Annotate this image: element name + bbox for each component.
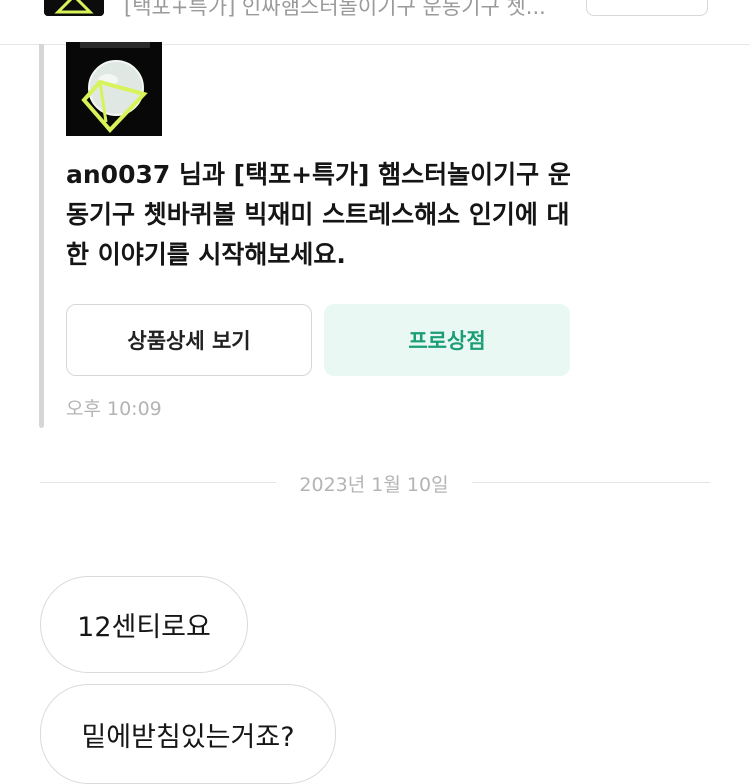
hamster-ball-image xyxy=(66,42,162,136)
pro-shop-button[interactable]: 프로상점 xyxy=(324,304,570,376)
date-divider-line-left xyxy=(40,482,276,483)
chat-start-message: an0037 님과 [택포+특가] 햄스터놀이기구 운동기구 쳇바퀴볼 빅재미 … xyxy=(66,160,571,269)
header-product-thumbnail[interactable] xyxy=(44,0,104,16)
chat-header: [택포+특가] 인싸햄스터놀이기구 운동기구 쳇... xyxy=(0,0,750,45)
chat-bubble[interactable]: 밑에받침있는거죠? xyxy=(40,684,336,784)
header-action-button[interactable] xyxy=(586,0,708,16)
message-timestamp: 오후 10:09 xyxy=(66,398,162,420)
date-divider-line-right xyxy=(472,482,710,483)
product-thumbnail[interactable] xyxy=(66,42,162,136)
header-product-title[interactable]: [택포+특가] 인싸햄스터놀이기구 운동기구 쳇... xyxy=(124,0,574,20)
product-card-accent-bar xyxy=(39,44,44,428)
hamster-toy-image xyxy=(44,0,104,16)
date-divider: 2023년 1월 10일 xyxy=(299,474,449,496)
chat-bubble[interactable]: 12센티로요 xyxy=(40,576,248,673)
product-detail-button[interactable]: 상품상세 보기 xyxy=(66,304,312,376)
